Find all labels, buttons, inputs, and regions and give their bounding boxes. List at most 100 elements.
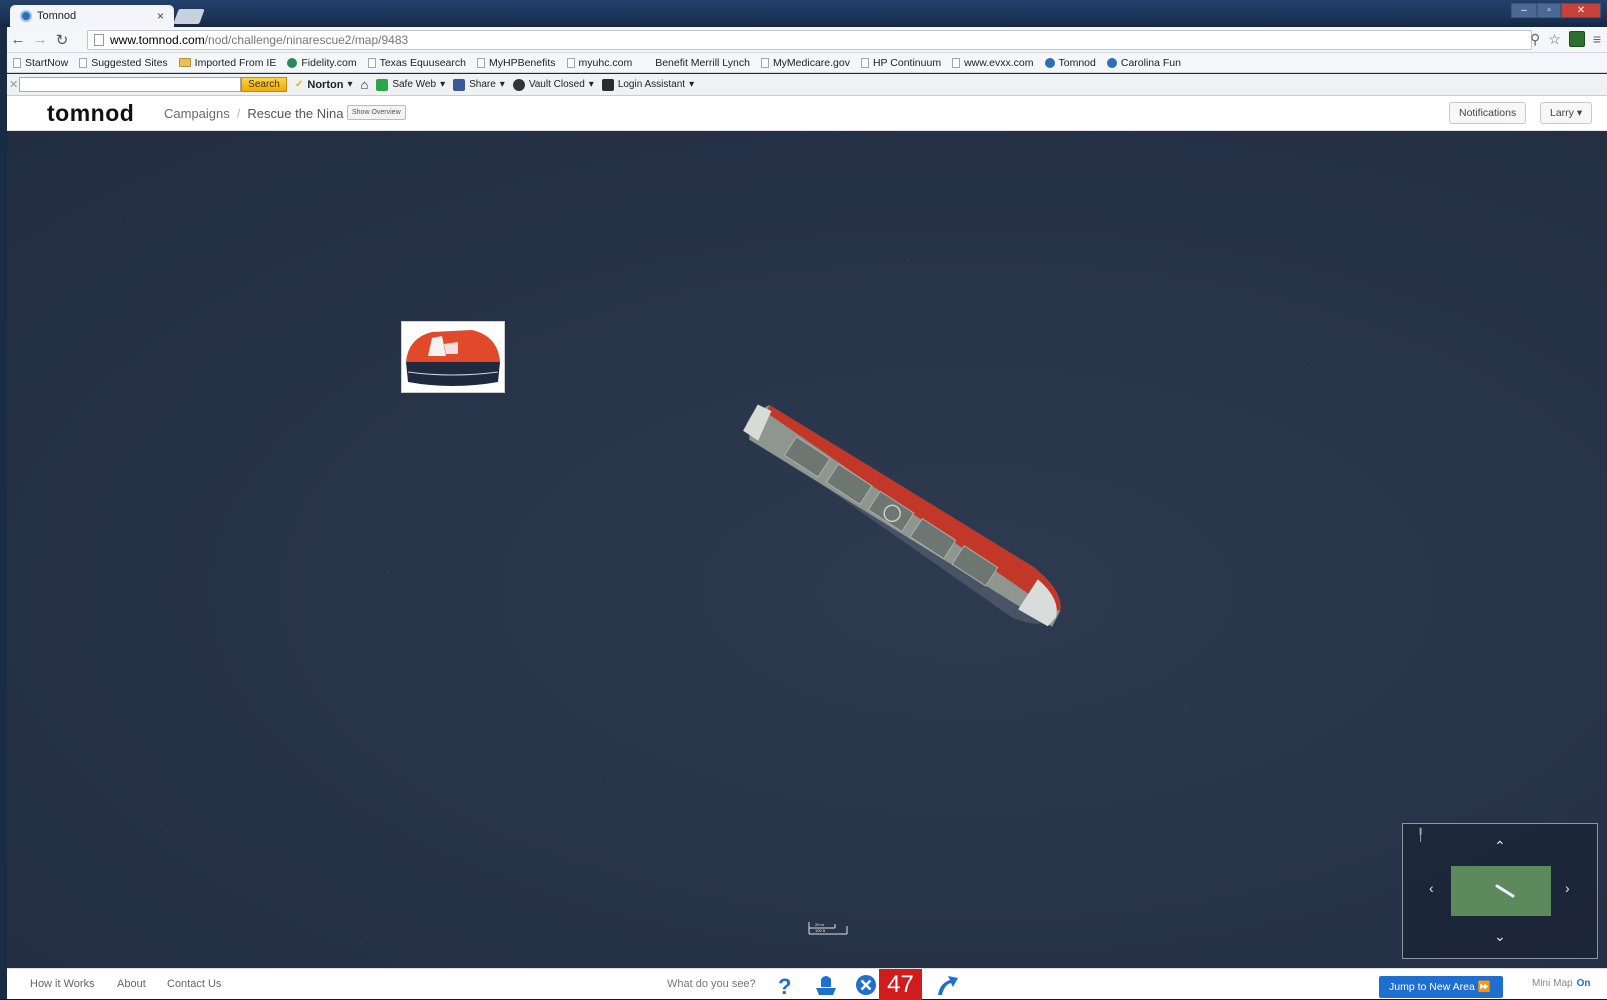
page-icon [94,34,104,46]
pan-left-icon[interactable]: ‹ [1429,880,1434,896]
vault-label: Vault Closed [528,79,585,90]
close-toolbar-icon[interactable]: ✕ [9,78,18,91]
norton-search-button[interactable]: Search [241,77,287,92]
norton-toolbar: ✕ Search ✓ Norton ▾ ⌂ Safe Web ▾ Share ▾ … [7,74,1607,96]
site-header: tomnod Campaigns / Rescue the Nina Show … [7,96,1607,131]
bookmark-label: HP Continuum [872,56,942,69]
bookmark-item[interactable]: MyMedicare.gov [760,56,850,69]
site-footer: How it Works About Contact Us What do yo… [7,968,1607,1000]
safe-web-icon [376,78,389,91]
forward-arrow-icon[interactable]: → [29,31,51,48]
minimap-marker-icon: ╿ [1417,828,1425,842]
bookmark-item[interactable]: Benefit Merrill Lynch [655,57,750,69]
share-arrow-icon[interactable] [934,973,960,997]
extension-icon[interactable] [1568,31,1585,47]
bookmark-folder[interactable]: Imported From IE [178,56,277,69]
vault-menu[interactable]: Vault Closed ▾ [512,78,594,91]
svg-text:?: ? [778,974,791,997]
page-icon [13,57,21,68]
login-assistant-menu[interactable]: Login Assistant ▾ [601,78,694,91]
carolina-icon [1106,57,1117,68]
minimize-button[interactable]: – [1511,3,1537,18]
folder-icon [178,58,191,67]
safe-web-label: Safe Web [392,79,437,90]
bookmark-item[interactable]: StartNow [13,57,68,69]
url-path: /nod/challenge/ninarescue2/map/9483 [204,33,409,47]
page-icon [566,57,575,68]
norton-menu[interactable]: ✓ Norton ▾ [295,79,352,91]
tomnod-logo[interactable]: tomnod [47,100,134,127]
bookmark-item[interactable]: HP Continuum [860,56,942,69]
bookmark-item[interactable]: Suggested Sites [79,56,168,69]
satellite-map[interactable]: 20 m 100 ft ╿ ⌃ ‹ › ⌄ [7,131,1607,968]
notifications-button[interactable]: Notifications [1449,102,1527,124]
about-link[interactable]: About [117,978,146,990]
how-it-works-link[interactable]: How it Works [30,978,95,990]
user-name: Larry [1550,107,1574,119]
login-assistant-icon [601,78,614,91]
user-menu-button[interactable]: Larry ▾ [1540,102,1593,124]
close-window-button[interactable]: ✕ [1561,3,1601,18]
minimap-viewport[interactable] [1451,866,1551,916]
bookmark-item[interactable]: Tomnod [1044,57,1096,69]
bookmark-item[interactable]: www.evxx.com [952,57,1034,69]
bookmark-label: Suggested Sites [91,56,168,69]
norton-search-input[interactable] [19,77,241,92]
contact-us-link[interactable]: Contact Us [167,978,221,990]
question-icon[interactable]: ? [772,973,798,997]
new-tab-button[interactable] [173,9,205,24]
maximize-button[interactable]: ▫ [1537,3,1561,18]
tab-close-icon[interactable]: × [157,9,164,23]
reload-icon[interactable]: ↻ [51,31,73,49]
bookmark-item[interactable]: Fidelity.com [287,56,357,69]
bookmark-item[interactable]: Texas Equusearch [367,56,466,69]
breadcrumb-current[interactable]: Rescue the Nina [247,106,343,121]
scale-bar-graphic: 20 m 100 ft [808,922,848,935]
bookmark-label: Benefit Merrill Lynch [655,56,750,69]
pan-up-icon[interactable]: ⌃ [1494,838,1506,855]
mini-map[interactable]: ╿ ⌃ ‹ › ⌄ [1402,823,1598,959]
bookmarks-bar: StartNow Suggested Sites Imported From I… [7,53,1607,73]
bookmark-item[interactable]: myuhc.com [566,56,633,69]
pan-right-icon[interactable]: › [1565,880,1570,896]
facebook-icon [453,78,466,91]
bookmark-label: MyMedicare.gov [772,56,850,69]
menu-icon[interactable]: ≡ [1593,31,1601,48]
scale-bottom-label: 100 ft [815,928,826,933]
address-bar[interactable]: www.tomnod.com/nod/challenge/ninarescue2… [87,30,1532,50]
safe-web-menu[interactable]: Safe Web ▾ [376,78,445,91]
norton-brand: Norton [307,78,344,91]
star-icon[interactable]: ☆ [1548,31,1561,48]
tab-tomnod[interactable]: Tomnod × [10,5,174,27]
lifeboat-tag-icon[interactable] [813,973,839,997]
page-icon [760,57,769,68]
page-icon [476,57,485,68]
breadcrumb-campaigns[interactable]: Campaigns [164,106,230,121]
home-icon[interactable]: ⌂ [360,77,368,92]
no-target-icon[interactable] [853,973,879,997]
back-arrow-icon[interactable]: ← [7,31,29,48]
bookmark-label: StartNow [25,56,69,69]
pan-down-icon[interactable]: ⌄ [1494,928,1506,945]
bookmark-item[interactable]: Carolina Fun [1106,57,1181,69]
window-controls: – ▫ ✕ [1511,3,1601,18]
scale-top-label: 20 m [815,922,825,927]
zoom-icon[interactable]: ⚲ [1530,31,1540,48]
share-menu[interactable]: Share ▾ [453,78,505,91]
breadcrumb: Campaigns / Rescue the Nina [164,106,344,121]
tomnod-favicon-icon [20,10,32,22]
bookmark-label: myuhc.com [578,56,633,69]
show-overview-button[interactable]: Show Overview [347,105,406,120]
norton-check-icon: ✓ [295,79,304,90]
bookmark-label: Texas Equusearch [379,56,466,69]
mini-map-toggle[interactable]: Mini Map On [1532,978,1590,989]
tomnod-icon [1044,57,1055,68]
bookmark-item[interactable]: MyHPBenefits [476,57,556,69]
tag-count-badge: 47 [879,969,922,1000]
page-icon [952,57,961,68]
url-host: www.tomnod.com [110,33,205,47]
bookmark-label: Fidelity.com [301,56,357,69]
jump-to-new-area-button[interactable]: Jump to New Area ⏩ [1379,976,1503,998]
overturned-ship [743,404,1061,627]
bookmark-label: Imported From IE [194,56,277,69]
